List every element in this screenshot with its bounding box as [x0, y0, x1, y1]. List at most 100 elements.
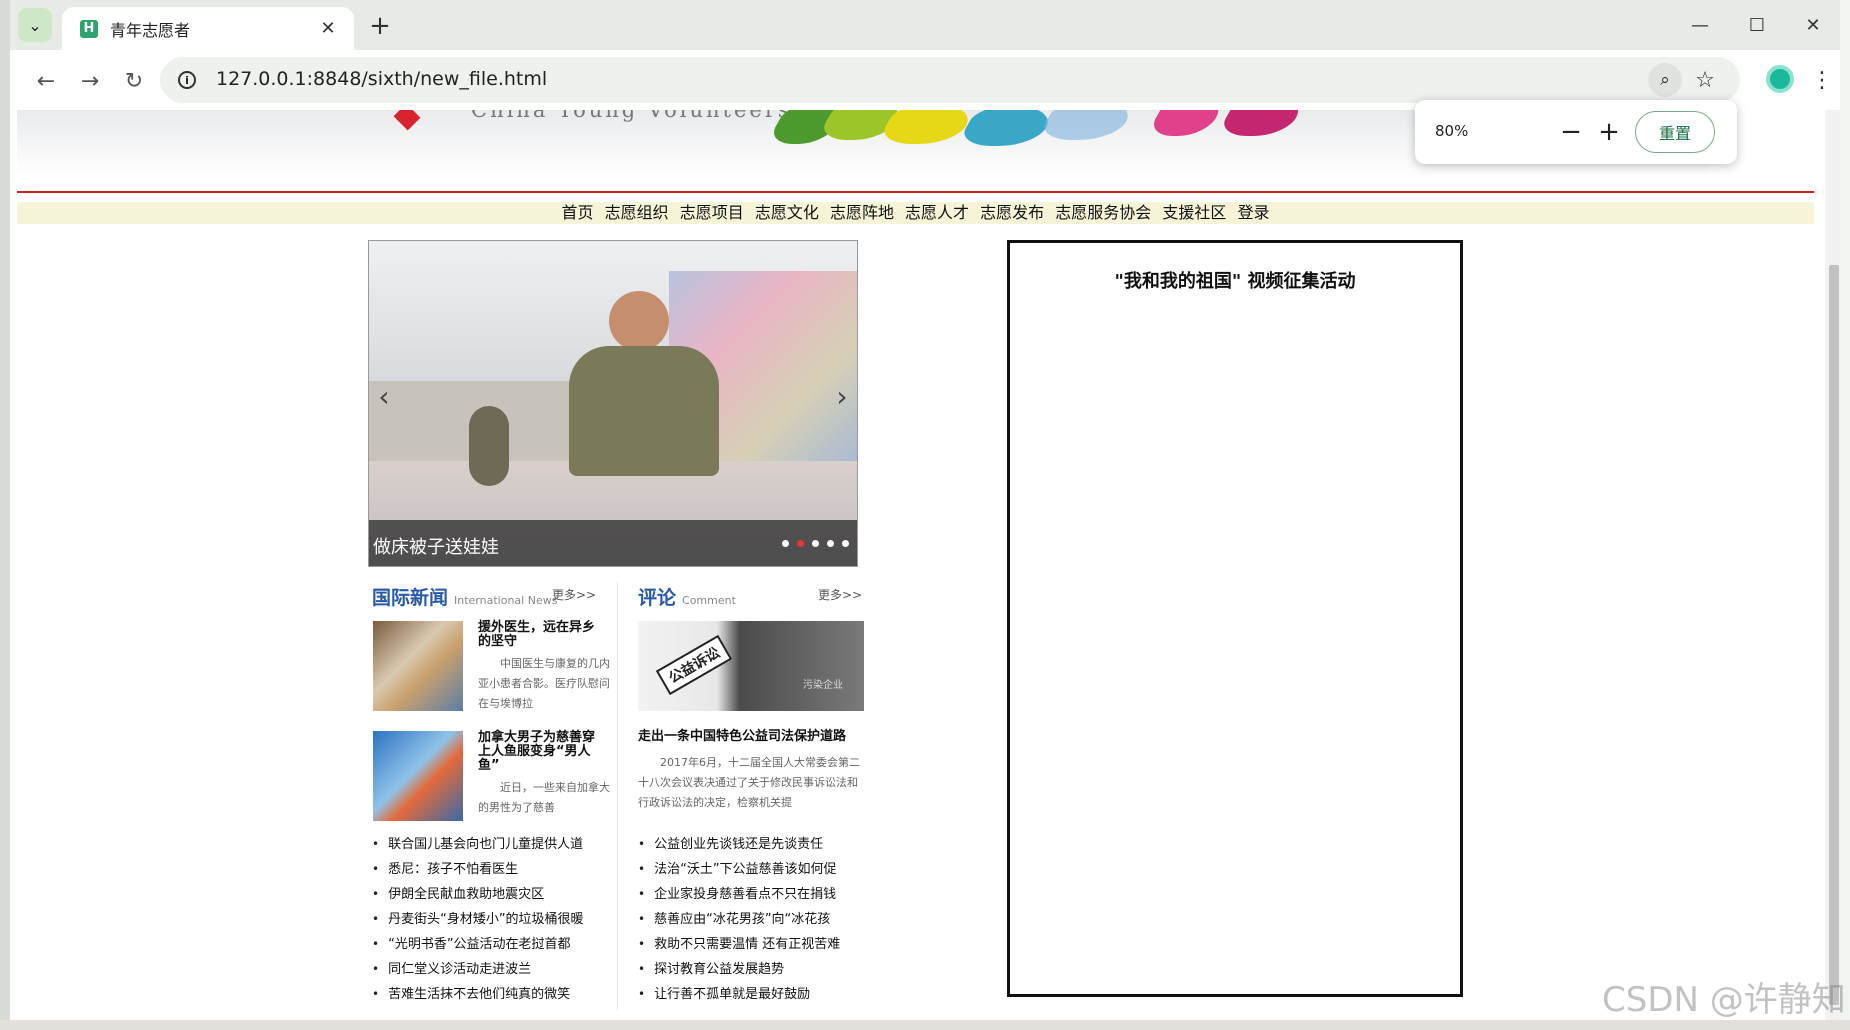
carousel-dot[interactable] [782, 540, 789, 547]
carousel-dot[interactable] [827, 540, 834, 547]
comment-image-sign: 公益诉讼 [655, 634, 733, 696]
intl-news-more-link[interactable]: 更多>> [552, 586, 596, 603]
nav-item-org[interactable]: 志愿组织 [605, 203, 669, 222]
browser-tab[interactable]: H 青年志愿者 ✕ [62, 7, 354, 50]
browser-menu-icon[interactable]: ⋮ [1810, 64, 1834, 96]
tab-close-icon[interactable]: ✕ [316, 17, 340, 41]
zoom-in-button[interactable]: + [1591, 114, 1627, 150]
bookmark-star-icon[interactable]: ☆ [1688, 63, 1722, 97]
banner-subtitle: China Young Volunteers [471, 110, 792, 122]
maximize-icon[interactable]: ☐ [1737, 8, 1777, 42]
zoom-level: 80% [1435, 122, 1469, 140]
close-window-icon[interactable]: ✕ [1793, 8, 1833, 42]
comment-subtitle: Comment [682, 594, 736, 607]
tab-search-dropdown-icon[interactable]: ⌄ [18, 8, 52, 42]
intl-news-subtitle: International News [454, 594, 558, 607]
nav-item-culture[interactable]: 志愿文化 [755, 203, 819, 222]
carousel-dot[interactable] [812, 540, 819, 547]
favicon-icon: H [80, 19, 98, 38]
carousel-caption: 做床被子送娃娃 [373, 537, 499, 558]
carousel-dot[interactable] [842, 540, 849, 547]
address-bar[interactable]: i 127.0.0.1:8848/sixth/new_file.html ⌕ ☆ [160, 57, 1740, 103]
nav-item-login[interactable]: 登录 [1237, 203, 1269, 222]
list-item[interactable]: 苦难生活抹不去他们纯真的微笑 [372, 982, 620, 1007]
nav-item-community[interactable]: 支援社区 [1162, 203, 1226, 222]
intl-news-thumb-doctor[interactable] [373, 621, 463, 711]
list-item[interactable]: 悉尼：孩子不怕看医生 [372, 857, 620, 882]
image-carousel[interactable]: ‹ › 做床被子送娃娃 [368, 240, 858, 567]
zoom-icon[interactable]: ⌕ [1648, 63, 1682, 97]
zoom-popup: 80% − + 重置 [1415, 100, 1737, 164]
photo-person-head [609, 291, 669, 351]
zoom-out-button[interactable]: − [1553, 114, 1589, 150]
header-divider [17, 191, 1814, 193]
comment-featured-title[interactable]: 走出一条中国特色公益司法保护道路 [638, 730, 868, 744]
browser-chrome: ⌄ H 青年志愿者 ✕ + — ☐ ✕ ← → ↻ i 127.0.0.1:88… [10, 0, 1840, 110]
taskbar-edge [0, 1020, 1850, 1030]
nav-item-home[interactable]: 首页 [562, 203, 594, 222]
intl-news-thumb-merman[interactable] [373, 731, 463, 821]
forward-icon[interactable]: → [72, 64, 108, 98]
brush-stroke [1215, 110, 1309, 136]
intl-news-featured-title[interactable]: 援外医生，远在异乡的坚守 [478, 621, 604, 649]
intl-news-list: 联合国儿基会向也门儿童提供人道 悉尼：孩子不怕看医生 伊朗全民献血救助地震灾区 … [372, 832, 620, 1007]
list-item[interactable]: 丹麦街头“身材矮小”的垃圾桶很暖 [372, 907, 620, 932]
nav-item-publish[interactable]: 志愿发布 [980, 203, 1044, 222]
main-nav: 首页 志愿组织 志愿项目 志愿文化 志愿阵地 志愿人才 志愿发布 志愿服务协会 … [17, 202, 1814, 224]
comment-featured-image[interactable]: 公益诉讼 污染企业 [638, 621, 864, 711]
list-item[interactable]: 慈善应由“冰花男孩”向“冰花孩 [638, 907, 878, 932]
carousel-next-icon[interactable]: › [827, 376, 857, 416]
list-item[interactable]: 企业家投身慈善看点不只在捐钱 [638, 882, 878, 907]
intl-news-featured-summary: 中国医生与康复的几内亚小患者合影。医疗队慰问在与埃博拉 [478, 657, 610, 710]
list-item[interactable]: 公益创业先谈钱还是先谈责任 [638, 832, 878, 857]
carousel-prev-icon[interactable]: ‹ [369, 376, 399, 416]
photo-background-person [469, 406, 509, 486]
video-box-title: "我和我的祖国" 视频征集活动 [1114, 271, 1356, 292]
carousel-caption-bar: 做床被子送娃娃 [369, 520, 857, 566]
video-collection-box: "我和我的祖国" 视频征集活动 [1007, 240, 1463, 997]
list-item[interactable]: 探讨教育公益发展趋势 [638, 957, 878, 982]
intl-news-header: 国际新闻 International News [372, 583, 557, 613]
brush-stroke [1145, 110, 1229, 136]
scrollbar-thumb[interactable] [1829, 265, 1839, 1005]
minimize-icon[interactable]: — [1680, 8, 1720, 42]
intl-news-featured-summary: 近日，一些来自加拿大的男性为了慈善 [478, 781, 610, 814]
carousel-dots [782, 540, 849, 547]
extension-icon[interactable] [1766, 65, 1794, 93]
new-tab-icon[interactable]: + [364, 10, 396, 42]
nav-item-talent[interactable]: 志愿人才 [905, 203, 969, 222]
nav-item-base[interactable]: 志愿阵地 [830, 203, 894, 222]
carousel-dot-active[interactable] [797, 540, 804, 547]
list-item[interactable]: 法治“沃土”下公益慈善该如何促 [638, 857, 878, 882]
comment-image-label: 污染企业 [803, 680, 843, 691]
zoom-reset-button[interactable]: 重置 [1635, 111, 1715, 153]
list-item[interactable]: 伊朗全民献血救助地震灾区 [372, 882, 620, 907]
comment-header: 评论 Comment [638, 583, 736, 613]
tab-title: 青年志愿者 [110, 20, 191, 40]
logo-heart-icon [393, 110, 421, 131]
column-divider [617, 582, 618, 1010]
nav-item-project[interactable]: 志愿项目 [680, 203, 744, 222]
site-info-icon[interactable]: i [178, 71, 196, 89]
intl-news-title: 国际新闻 [372, 587, 449, 609]
photo-person-body [569, 346, 719, 476]
reload-icon[interactable]: ↻ [116, 64, 152, 98]
tab-bar: ⌄ H 青年志愿者 ✕ + — ☐ ✕ [10, 0, 1840, 50]
comment-featured-summary: 2017年6月，十二届全国人大常委会第二十八次会议表决通过了关于修改民事诉讼法和… [638, 756, 860, 809]
list-item[interactable]: “光明书香”公益活动在老挝首都 [372, 932, 620, 957]
intl-news-featured-title[interactable]: 加拿大男子为慈善穿上人鱼服变身“男人鱼” [478, 731, 604, 773]
url-text[interactable]: 127.0.0.1:8848/sixth/new_file.html [216, 68, 547, 90]
desktop-edge [0, 0, 10, 1030]
back-icon[interactable]: ← [28, 64, 64, 98]
brush-stroke [1035, 110, 1139, 140]
list-item[interactable]: 联合国儿基会向也门儿童提供人道 [372, 832, 620, 857]
page-viewport: China Young Volunteers 首页 志愿组织 志愿项目 志愿文化… [10, 110, 1825, 1020]
list-item[interactable]: 同仁堂义诊活动走进波兰 [372, 957, 620, 982]
list-item[interactable]: 让行善不孤单就是最好鼓励 [638, 982, 878, 1007]
comment-title: 评论 [638, 587, 677, 609]
list-item[interactable]: 救助不只需要温情 还有正视苦难 [638, 932, 878, 957]
nav-item-association[interactable]: 志愿服务协会 [1055, 203, 1151, 222]
comment-more-link[interactable]: 更多>> [818, 586, 862, 603]
watermark: CSDN @许静知 [1602, 980, 1846, 1020]
page-scrollbar[interactable] [1828, 110, 1840, 1020]
